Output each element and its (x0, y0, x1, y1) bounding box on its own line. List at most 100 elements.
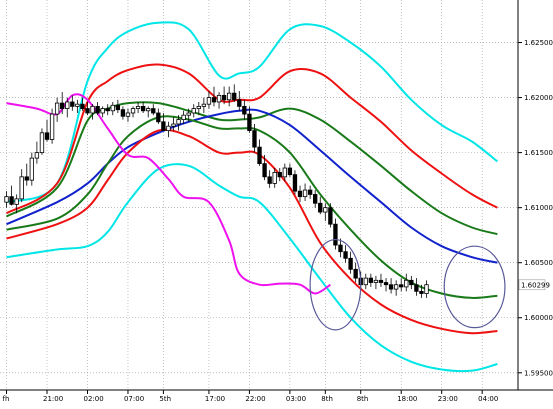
candle-down (24, 176, 29, 181)
candle-up (373, 279, 379, 283)
x-tick-label: 07:00 (124, 395, 144, 403)
candle-down (156, 112, 161, 123)
chart-background (0, 0, 553, 405)
candle-down (232, 92, 237, 101)
candle-down (105, 108, 110, 112)
x-tick-label: 02:00 (83, 395, 103, 403)
candle-up (19, 176, 24, 200)
candle-down (287, 167, 293, 176)
candle-up (201, 103, 207, 107)
candle-up (135, 105, 141, 109)
x-tick-label: 8th (321, 395, 333, 403)
x-tick-label: 8th (357, 395, 369, 403)
candle-down (383, 282, 389, 286)
candle-up (216, 94, 222, 103)
candle-up (125, 112, 131, 117)
candle-up (393, 284, 399, 290)
candle-down (115, 104, 121, 111)
candle-down (80, 103, 85, 109)
candle-up (186, 112, 191, 116)
candle-down (399, 284, 404, 288)
candle-down (9, 196, 14, 205)
candle-down (267, 176, 272, 184)
x-tick-label: fh (3, 395, 10, 403)
candle-down (151, 108, 156, 114)
x-tick-label: 03:00 (286, 395, 306, 403)
candle-down (95, 105, 100, 114)
candle-down (140, 105, 146, 112)
candle-up (363, 277, 368, 286)
candle-down (292, 174, 298, 192)
candle-up (49, 113, 55, 140)
candle-down (211, 97, 217, 103)
candle-down (378, 279, 384, 283)
candle-up (54, 102, 60, 115)
candle-down (343, 251, 348, 259)
candle-down (318, 202, 323, 213)
candle-up (206, 97, 212, 105)
candle-up (166, 125, 171, 131)
candle-up (191, 108, 196, 114)
candle-up (65, 101, 70, 109)
candle-down (338, 244, 343, 253)
candle-down (161, 121, 166, 131)
candle-down (60, 102, 65, 109)
candle-down (333, 223, 338, 246)
candle-up (29, 157, 35, 181)
forex-chart: 1.62500 1.62000 1.61500 1.61000 1.60500 1.600… (0, 0, 553, 405)
candle-up (14, 198, 19, 205)
x-tick-label: 18:00 (397, 395, 417, 403)
y-tick-label: 1.61500 (524, 149, 553, 157)
candle-down (368, 277, 374, 283)
candle-up (226, 92, 232, 101)
candle-up (39, 132, 45, 154)
candle-up (323, 207, 328, 213)
candle-up (282, 167, 288, 178)
candle-down (252, 130, 257, 148)
candle-down (313, 194, 318, 204)
candle-down (419, 290, 424, 294)
candle-up (424, 284, 429, 294)
candle-down (388, 284, 394, 290)
candle-down (70, 101, 75, 107)
candle-down (85, 108, 90, 114)
candle-up (100, 108, 105, 114)
candle-up (181, 114, 186, 120)
chart-canvas: 1.62500 1.62000 1.61500 1.61000 1.60500 1.600… (0, 0, 553, 405)
candle-down (242, 105, 247, 115)
y-tick-label: 1.62000 (524, 94, 553, 102)
candle-up (171, 123, 176, 127)
candle-up (404, 279, 409, 288)
candle-down (409, 279, 414, 286)
candle-up (130, 108, 136, 114)
x-tick-label: 04:00 (478, 395, 498, 403)
y-tick-label: 1.60000 (524, 314, 553, 322)
x-tick-label: 5th (159, 395, 171, 403)
candle-up (75, 103, 80, 107)
y-tick-label: 1.61000 (524, 204, 553, 212)
y-tick-label: 1.62500 (524, 39, 553, 47)
current-price-marker: 1.60299 (518, 279, 550, 291)
candle-down (44, 132, 50, 140)
candle-down (262, 163, 267, 178)
candle-down (297, 190, 303, 198)
x-tick-label: 17:00 (205, 395, 225, 403)
candle-down (277, 172, 282, 178)
candle-up (302, 189, 308, 198)
current-price-label: 1.60299 (521, 281, 550, 289)
candle-down (348, 257, 353, 270)
candle-up (272, 172, 277, 184)
candle-up (4, 196, 9, 203)
candle-down (307, 189, 313, 195)
candle-down (353, 268, 358, 279)
x-tick-label: 21:00 (43, 395, 63, 403)
candle-down (257, 146, 262, 165)
y-tick-label: 1.60500 (524, 259, 553, 267)
candle-down (237, 99, 242, 107)
y-tick-label: 1.59500 (524, 369, 553, 377)
candle-up (90, 105, 95, 114)
candle-down (247, 113, 252, 131)
candle-up (176, 119, 181, 125)
candle-up (34, 152, 40, 159)
candle-down (328, 207, 333, 225)
